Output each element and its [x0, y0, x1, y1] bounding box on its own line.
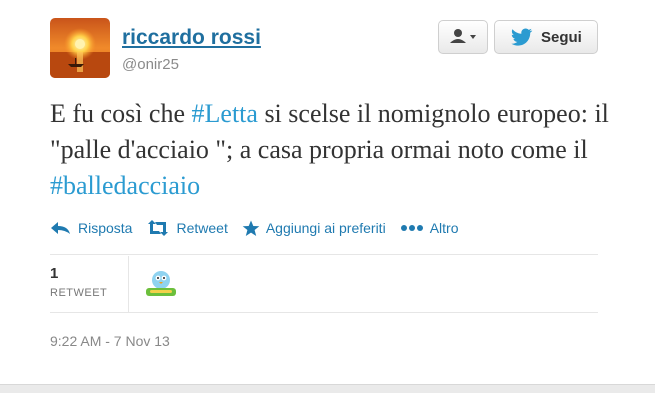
reply-arrow-icon — [51, 222, 70, 234]
retweet-icon — [148, 220, 169, 236]
retweet-action[interactable]: Retweet — [146, 220, 228, 236]
hashtag-link-letta[interactable]: #Letta — [192, 99, 258, 128]
favorite-action[interactable]: Aggiungi ai preferiti — [242, 220, 386, 237]
sunset-avatar-image — [50, 18, 110, 78]
user-dropdown-icon — [450, 29, 476, 43]
reply-label: Risposta — [78, 220, 133, 236]
retweet-count[interactable]: 1 — [50, 265, 58, 282]
more-dots-icon — [400, 225, 423, 231]
divider — [50, 254, 598, 255]
more-action[interactable]: Altro — [400, 220, 459, 236]
stats-separator — [128, 256, 129, 312]
retweeter-avatar[interactable] — [144, 266, 178, 298]
twitter-bird-icon — [511, 28, 533, 46]
follow-button[interactable]: Segui — [494, 20, 598, 54]
avatar[interactable] — [50, 18, 110, 78]
user-name[interactable]: riccardo rossi — [122, 26, 261, 50]
star-icon — [242, 220, 260, 236]
retweet-label: Retweet — [176, 220, 228, 236]
divider — [50, 312, 598, 313]
reply-action[interactable]: Risposta — [50, 220, 132, 236]
tweet-stats: 1 RETWEET — [50, 256, 598, 312]
bird-avatar-icon — [146, 271, 176, 296]
hashtag-link-balledacciaio[interactable]: #balledacciaio — [50, 171, 200, 200]
tweet-timestamp[interactable]: 9:22 AM - 7 Nov 13 — [50, 333, 170, 349]
user-handle[interactable]: @onir25 — [122, 56, 179, 73]
tweet-text-part: E fu così che — [50, 99, 192, 128]
tweet-text: E fu così che #Letta si scelse il nomign… — [50, 96, 610, 204]
favorite-label: Aggiungi ai preferiti — [265, 220, 386, 236]
follow-label: Segui — [541, 28, 582, 46]
retweet-count-label: RETWEET — [50, 287, 108, 299]
tweet-actions: Risposta Retweet Aggiungi ai preferiti A… — [50, 216, 472, 240]
user-actions-button[interactable] — [438, 20, 488, 54]
tweet-card: riccardo rossi @onir25 Segui E fu così c… — [0, 0, 655, 386]
more-label: Altro — [429, 220, 459, 236]
